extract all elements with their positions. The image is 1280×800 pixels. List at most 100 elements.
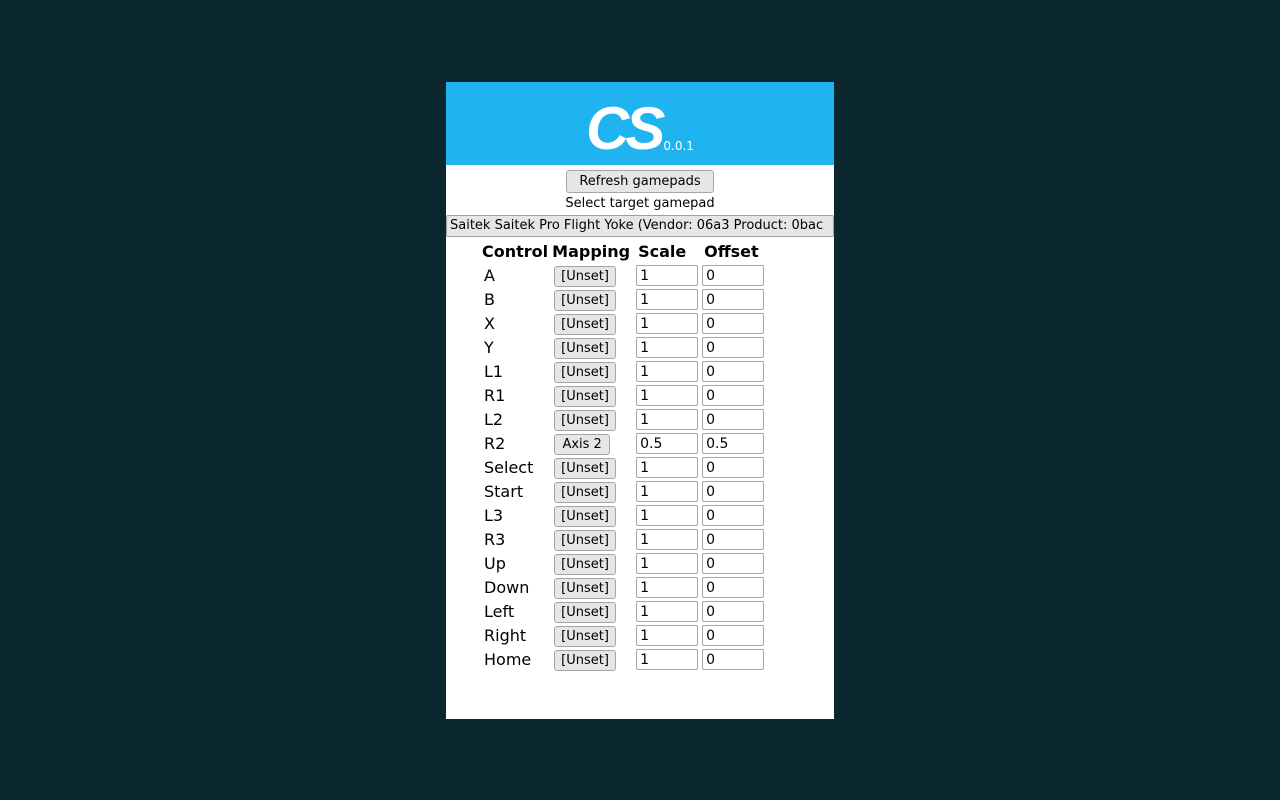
table-row: Right[Unset] (482, 624, 766, 648)
offset-input[interactable] (702, 601, 764, 622)
table-row: L2[Unset] (482, 408, 766, 432)
table-row: Y[Unset] (482, 336, 766, 360)
app-version: 0.0.1 (663, 139, 694, 153)
scale-input[interactable] (636, 433, 698, 454)
mapping-button[interactable]: [Unset] (554, 506, 616, 527)
offset-input[interactable] (702, 337, 764, 358)
scale-input[interactable] (636, 505, 698, 526)
offset-input[interactable] (702, 553, 764, 574)
control-label: R2 (482, 432, 552, 456)
mapping-button[interactable]: [Unset] (554, 482, 616, 503)
scale-input[interactable] (636, 313, 698, 334)
scale-input[interactable] (636, 289, 698, 310)
control-label: Home (482, 648, 552, 672)
offset-input[interactable] (702, 481, 764, 502)
table-row: B[Unset] (482, 288, 766, 312)
mapping-button[interactable]: [Unset] (554, 578, 616, 599)
control-label: R1 (482, 384, 552, 408)
table-row: L1[Unset] (482, 360, 766, 384)
offset-input[interactable] (702, 649, 764, 670)
scale-input[interactable] (636, 409, 698, 430)
control-label: L2 (482, 408, 552, 432)
scale-input[interactable] (636, 481, 698, 502)
scale-input[interactable] (636, 649, 698, 670)
table-row: R2Axis 2 (482, 432, 766, 456)
app-banner: CS 0.0.1 (446, 82, 834, 165)
scale-input[interactable] (636, 337, 698, 358)
mapping-button[interactable]: [Unset] (554, 554, 616, 575)
toolbar: Refresh gamepads (446, 165, 834, 194)
control-label: A (482, 264, 552, 288)
table-header-row: Control Mapping Scale Offset (482, 241, 766, 264)
mapping-button[interactable]: [Unset] (554, 410, 616, 431)
table-row: Down[Unset] (482, 576, 766, 600)
col-offset: Offset (700, 241, 766, 264)
app-panel: CS 0.0.1 Refresh gamepads Select target … (446, 82, 834, 719)
offset-input[interactable] (702, 505, 764, 526)
mapping-button[interactable]: [Unset] (554, 458, 616, 479)
mapping-button[interactable]: [Unset] (554, 386, 616, 407)
scale-input[interactable] (636, 601, 698, 622)
offset-input[interactable] (702, 577, 764, 598)
table-row: Home[Unset] (482, 648, 766, 672)
offset-input[interactable] (702, 361, 764, 382)
offset-input[interactable] (702, 313, 764, 334)
scale-input[interactable] (636, 361, 698, 382)
table-row: R3[Unset] (482, 528, 766, 552)
offset-input[interactable] (702, 289, 764, 310)
scale-input[interactable] (636, 577, 698, 598)
control-label: L1 (482, 360, 552, 384)
table-row: Start[Unset] (482, 480, 766, 504)
mapping-button[interactable]: [Unset] (554, 650, 616, 671)
table-row: L3[Unset] (482, 504, 766, 528)
scale-input[interactable] (636, 265, 698, 286)
gamepad-select[interactable]: Saitek Saitek Pro Flight Yoke (Vendor: 0… (446, 215, 834, 237)
table-row: Select[Unset] (482, 456, 766, 480)
offset-input[interactable] (702, 625, 764, 646)
scale-input[interactable] (636, 529, 698, 550)
offset-input[interactable] (702, 433, 764, 454)
control-label: B (482, 288, 552, 312)
offset-input[interactable] (702, 385, 764, 406)
table-row: Left[Unset] (482, 600, 766, 624)
offset-input[interactable] (702, 265, 764, 286)
mapping-button[interactable]: [Unset] (554, 530, 616, 551)
table-row: R1[Unset] (482, 384, 766, 408)
table-row: A[Unset] (482, 264, 766, 288)
mapping-button[interactable]: [Unset] (554, 314, 616, 335)
logo-icon: CS (586, 99, 661, 159)
scale-input[interactable] (636, 625, 698, 646)
col-control: Control (482, 241, 552, 264)
mapping-button[interactable]: Axis 2 (554, 434, 610, 455)
offset-input[interactable] (702, 409, 764, 430)
control-label: Up (482, 552, 552, 576)
table-row: X[Unset] (482, 312, 766, 336)
control-label: Start (482, 480, 552, 504)
control-label: Select (482, 456, 552, 480)
scale-input[interactable] (636, 457, 698, 478)
select-gamepad-hint: Select target gamepad (446, 194, 834, 215)
control-label: L3 (482, 504, 552, 528)
mapping-button[interactable]: [Unset] (554, 626, 616, 647)
logo-wrap: CS 0.0.1 (586, 99, 694, 159)
offset-input[interactable] (702, 529, 764, 550)
mapping-button[interactable]: [Unset] (554, 290, 616, 311)
control-label: Y (482, 336, 552, 360)
refresh-gamepads-button[interactable]: Refresh gamepads (566, 170, 713, 193)
control-label: R3 (482, 528, 552, 552)
mapping-button[interactable]: [Unset] (554, 362, 616, 383)
col-scale: Scale (634, 241, 700, 264)
offset-input[interactable] (702, 457, 764, 478)
table-row: Up[Unset] (482, 552, 766, 576)
col-mapping: Mapping (552, 241, 634, 264)
control-label: Down (482, 576, 552, 600)
scale-input[interactable] (636, 553, 698, 574)
control-label: Right (482, 624, 552, 648)
mapping-button[interactable]: [Unset] (554, 266, 616, 287)
scale-input[interactable] (636, 385, 698, 406)
mapping-button[interactable]: [Unset] (554, 338, 616, 359)
control-label: X (482, 312, 552, 336)
mapping-button[interactable]: [Unset] (554, 602, 616, 623)
control-label: Left (482, 600, 552, 624)
mapping-table: Control Mapping Scale Offset A[Unset]B[U… (482, 241, 766, 672)
